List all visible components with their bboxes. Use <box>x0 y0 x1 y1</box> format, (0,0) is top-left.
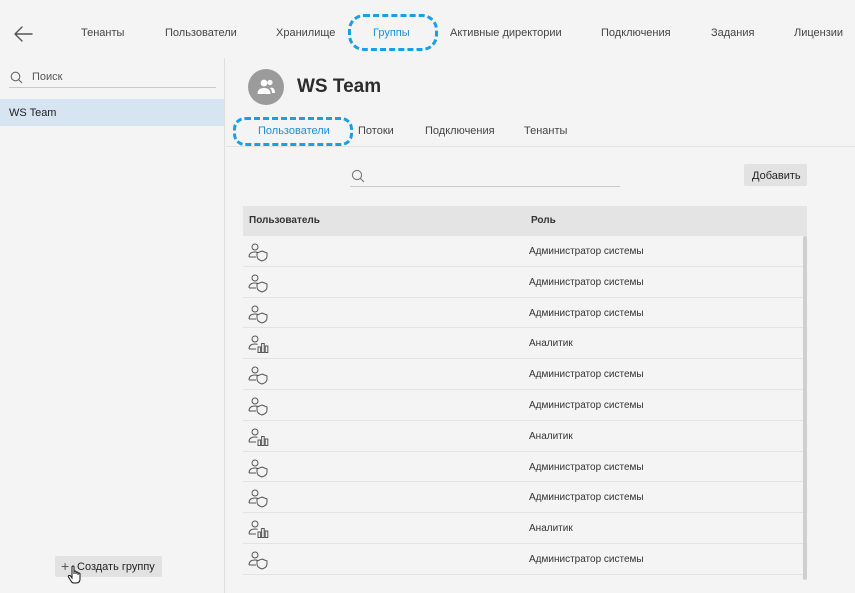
role-cell: Администратор системы <box>529 492 644 504</box>
role-cell: Администратор системы <box>529 369 644 381</box>
group-icon <box>257 79 275 94</box>
hand-cursor-icon <box>67 565 81 584</box>
role-cell: Аналитик <box>529 338 573 350</box>
table-row[interactable]: Администратор системы <box>243 267 807 298</box>
role-cell: Администратор системы <box>529 553 644 565</box>
table-row[interactable]: Администратор системы <box>243 482 807 514</box>
table-header: Пользователь Роль <box>243 206 807 236</box>
nav-tab-connections[interactable]: Подключения <box>601 27 671 39</box>
user-search-input[interactable] <box>372 167 612 183</box>
table-row[interactable]: Аналитик <box>243 421 807 452</box>
user-chart-icon <box>247 519 269 539</box>
add-button[interactable]: Добавить <box>744 164 807 186</box>
user-shield-icon <box>247 304 269 324</box>
sidebar-item-label: WS Team <box>9 107 57 119</box>
tab-connections[interactable]: Подключения <box>425 125 495 137</box>
column-header-role[interactable]: Роль <box>531 215 556 226</box>
user-shield-icon <box>247 550 269 570</box>
tabs-divider <box>226 146 855 147</box>
group-title: WS Team <box>297 76 382 97</box>
table-row[interactable]: Аналитик <box>243 328 807 360</box>
user-shield-icon <box>247 242 269 262</box>
user-shield-icon <box>247 488 269 508</box>
tab-users[interactable]: Пользователи <box>258 125 330 137</box>
sidebar-search-placeholder: Поиск <box>32 71 63 83</box>
role-cell: Администратор системы <box>529 307 644 319</box>
role-cell: Администратор системы <box>529 246 644 257</box>
role-cell: Администратор системы <box>529 399 644 411</box>
tab-tenants[interactable]: Тенанты <box>524 125 567 137</box>
sidebar-item-ws-team[interactable]: WS Team <box>0 99 224 126</box>
user-chart-icon <box>247 427 269 447</box>
nav-tab-groups[interactable]: Группы <box>373 27 410 39</box>
back-arrow-icon[interactable] <box>12 24 34 44</box>
user-shield-icon <box>247 396 269 416</box>
nav-tab-licenses[interactable]: Лицензии <box>794 27 843 39</box>
top-nav: Тенанты Пользователи Хранилище Группы Ак… <box>0 0 855 66</box>
nav-tab-storage[interactable]: Хранилище <box>276 27 335 39</box>
user-shield-icon <box>247 365 269 385</box>
add-button-label: Добавить <box>752 170 801 182</box>
nav-tab-users[interactable]: Пользователи <box>165 27 237 39</box>
user-shield-icon <box>247 273 269 293</box>
table-row[interactable]: Администратор системы <box>243 236 807 267</box>
table-row[interactable]: Администратор системы <box>243 298 807 329</box>
sidebar-search-input[interactable]: Поиск <box>9 62 216 88</box>
column-header-user[interactable]: Пользователь <box>249 215 320 226</box>
search-icon <box>351 169 365 183</box>
user-search-field[interactable] <box>350 165 620 187</box>
create-group-label: Создать группу <box>77 561 155 573</box>
role-cell: Администратор системы <box>529 461 644 473</box>
role-cell: Администратор системы <box>529 276 644 288</box>
nav-tab-tenants[interactable]: Тенанты <box>81 27 124 39</box>
table-row[interactable]: Аналитик <box>243 513 807 544</box>
table-body: Администратор системы Администратор систе… <box>243 236 807 575</box>
table-row[interactable]: Администратор системы <box>243 390 807 421</box>
role-cell: Аналитик <box>529 430 573 442</box>
users-table: Пользователь Роль Администратор системы А… <box>243 206 807 575</box>
table-row[interactable]: Администратор системы <box>243 544 807 575</box>
user-chart-icon <box>247 334 269 354</box>
nav-tab-active-directories[interactable]: Активные директории <box>450 27 562 39</box>
role-cell: Аналитик <box>529 523 573 535</box>
group-avatar <box>248 69 284 105</box>
sidebar: Поиск WS Team + Создать группу <box>0 58 225 593</box>
search-icon <box>10 71 23 84</box>
user-shield-icon <box>247 458 269 478</box>
nav-tab-tasks[interactable]: Задания <box>711 27 754 39</box>
table-row[interactable]: Администратор системы <box>243 452 807 483</box>
table-scrollbar[interactable] <box>803 236 807 580</box>
table-row[interactable]: Администратор системы <box>243 359 807 390</box>
tab-flows[interactable]: Потоки <box>358 125 394 137</box>
